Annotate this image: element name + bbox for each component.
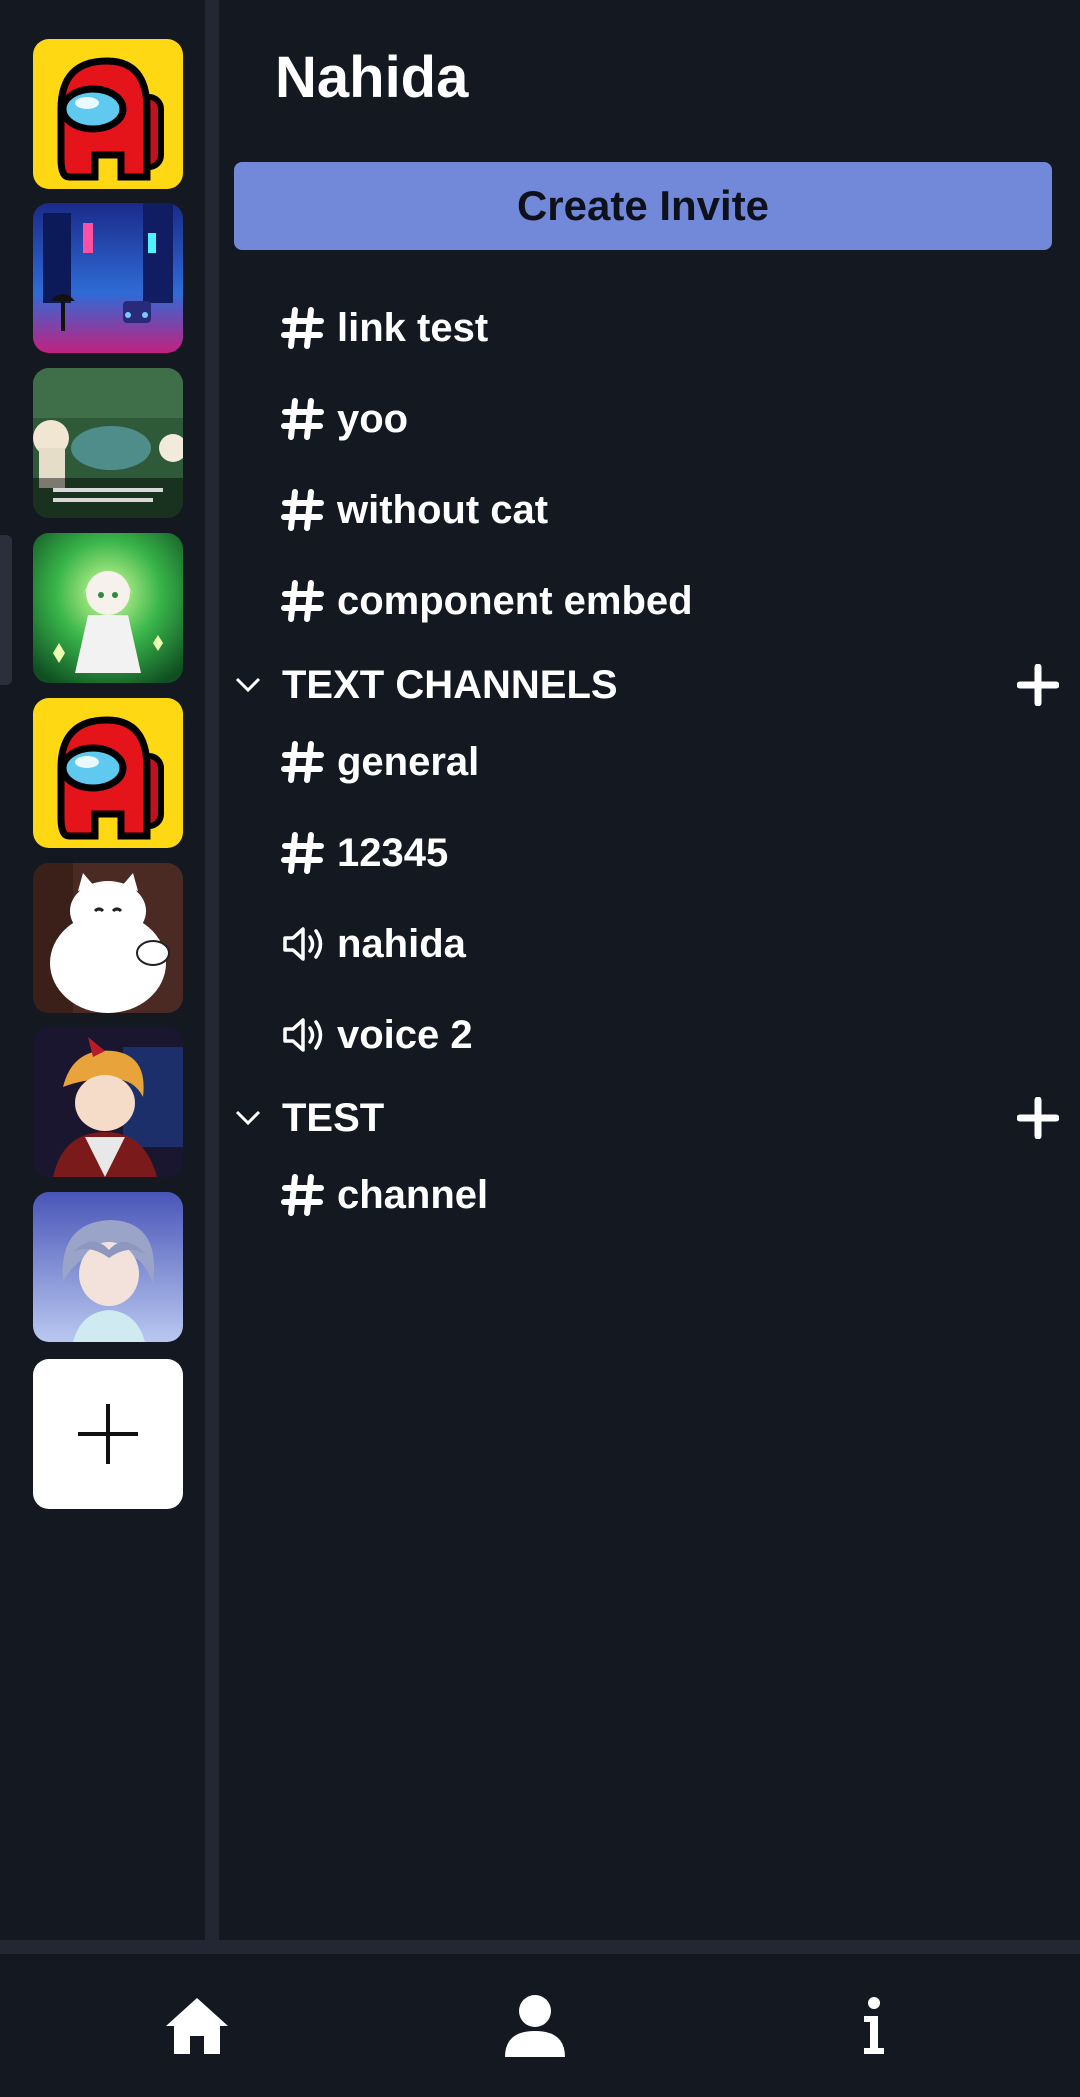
server-nahida[interactable] — [33, 533, 183, 683]
server-among-us[interactable] — [33, 39, 183, 189]
create-invite-button[interactable]: Create Invite — [234, 162, 1052, 250]
info-icon — [864, 1996, 884, 2054]
category-test[interactable]: TEST — [234, 1088, 1060, 1148]
among-us-icon — [33, 39, 183, 189]
channel-item[interactable]: channel — [281, 1160, 488, 1230]
hash-icon — [281, 488, 331, 532]
category-label: TEST — [282, 1095, 385, 1140]
channel-item[interactable]: without cat — [281, 475, 548, 545]
server-among-us-2[interactable] — [33, 698, 183, 848]
add-server-button[interactable] — [33, 1359, 183, 1509]
channel-label: channel — [337, 1172, 489, 1217]
channel-item[interactable]: 12345 — [281, 818, 448, 888]
nahida-icon — [33, 533, 183, 683]
category-text-channels[interactable]: TEXT CHANNELS — [234, 655, 1060, 715]
bottom-nav — [0, 1954, 1080, 2097]
server-rail — [0, 0, 205, 1940]
anime-girl-icon — [33, 1192, 183, 1342]
plus-icon — [1017, 664, 1059, 706]
chevron-down-icon — [234, 1108, 282, 1128]
add-channel-button[interactable] — [1016, 663, 1060, 707]
channel-panel: Nahida Create Invite link test yoo witho… — [219, 0, 1080, 1940]
channel-label: 12345 — [337, 830, 449, 875]
channel-label: nahida — [337, 921, 466, 966]
channel-label: link test — [337, 305, 489, 350]
channel-item[interactable]: nahida — [281, 909, 466, 979]
plus-icon — [1017, 1097, 1059, 1139]
server-shorts[interactable] — [33, 1027, 183, 1177]
bottom-nav-divider — [0, 1940, 1080, 1954]
speaker-icon — [281, 1015, 331, 1055]
hash-icon — [281, 740, 331, 784]
hash-icon — [281, 579, 331, 623]
channel-item[interactable]: voice 2 — [281, 1000, 473, 1070]
nav-profile-button[interactable] — [465, 1954, 605, 2097]
server-game-clip[interactable] — [33, 368, 183, 518]
game-clip-icon — [33, 368, 183, 518]
server-anime[interactable] — [33, 1192, 183, 1342]
neon-city-icon — [33, 203, 183, 353]
speaker-icon — [281, 924, 331, 964]
channel-item[interactable]: yoo — [281, 384, 408, 454]
cat-icon — [33, 863, 183, 1013]
hash-icon — [281, 306, 331, 350]
add-channel-button[interactable] — [1016, 1096, 1060, 1140]
server-title: Nahida — [275, 45, 469, 110]
user-icon — [505, 1994, 565, 2057]
channel-label: without cat — [337, 487, 549, 532]
channel-label: component embed — [337, 578, 693, 623]
channel-label: yoo — [337, 396, 409, 441]
hash-icon — [281, 397, 331, 441]
anime-boy-icon — [33, 1027, 183, 1177]
selected-server-indicator — [0, 535, 12, 685]
server-cat[interactable] — [33, 863, 183, 1013]
channel-label: general — [337, 739, 480, 784]
nav-info-button[interactable] — [803, 1954, 943, 2097]
channel-item[interactable]: component embed — [281, 566, 693, 636]
rail-divider — [205, 0, 219, 1940]
channel-item[interactable]: general — [281, 727, 479, 797]
channel-label: voice 2 — [337, 1012, 473, 1057]
nav-home-button[interactable] — [127, 1954, 267, 2097]
hash-icon — [281, 831, 331, 875]
home-icon — [166, 1997, 228, 2054]
server-neon-city[interactable] — [33, 203, 183, 353]
plus-icon — [78, 1404, 138, 1464]
chevron-down-icon — [234, 675, 282, 695]
among-us-icon — [33, 698, 183, 848]
category-label: TEXT CHANNELS — [282, 662, 618, 707]
channel-item[interactable]: link test — [281, 293, 488, 363]
hash-icon — [281, 1173, 331, 1217]
